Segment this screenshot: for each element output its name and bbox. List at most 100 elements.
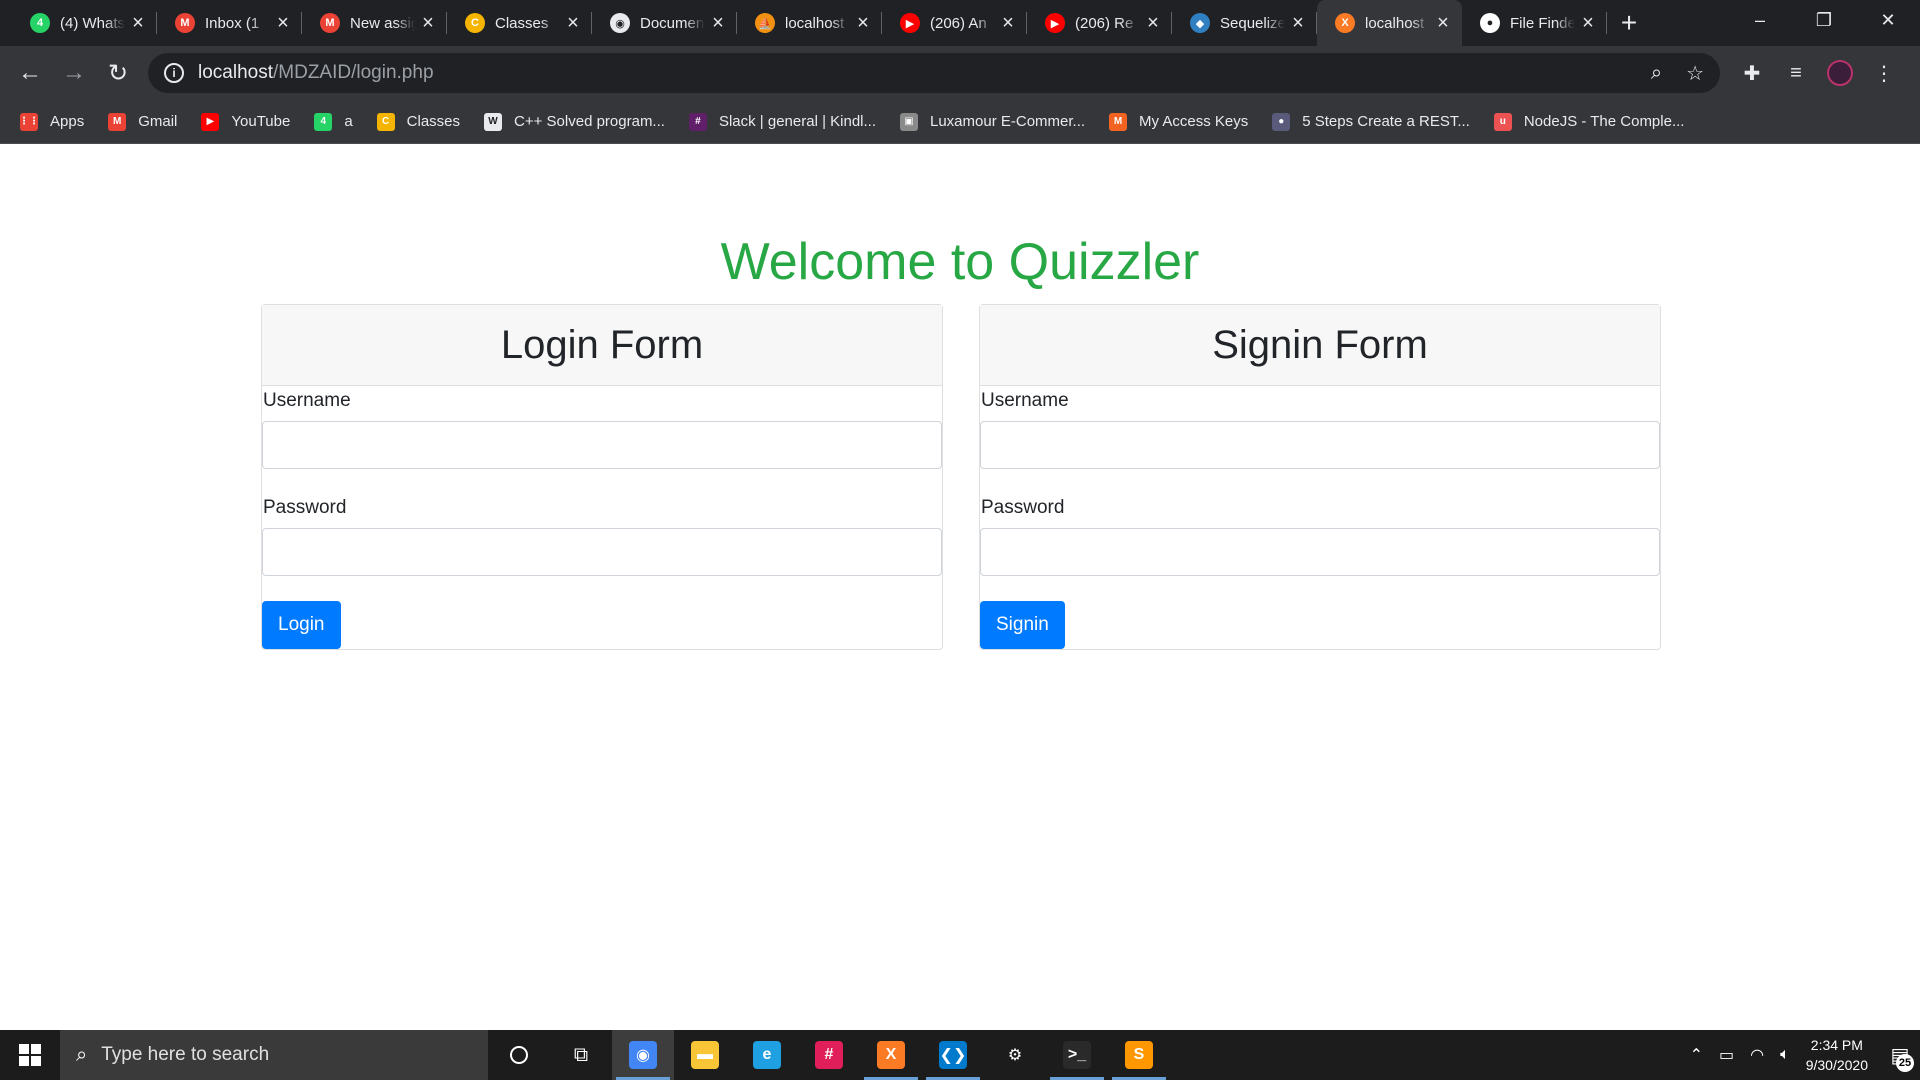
- wifi-icon[interactable]: ◠: [1750, 1045, 1764, 1065]
- tab-close-icon[interactable]: ×: [274, 13, 292, 33]
- taskbar-app-button[interactable]: e: [736, 1030, 798, 1080]
- signin-password-input[interactable]: [980, 528, 1660, 576]
- media-control-icon[interactable]: ≡: [1774, 53, 1818, 93]
- clock-date: 9/30/2020: [1805, 1057, 1868, 1073]
- sequelize-icon: ◆: [1190, 13, 1210, 33]
- tab-close-icon[interactable]: ×: [854, 13, 872, 33]
- profile-avatar[interactable]: [1827, 60, 1853, 86]
- tab-close-icon[interactable]: ×: [564, 13, 582, 33]
- taskbar-app-button[interactable]: ⚙: [984, 1030, 1046, 1080]
- address-bar[interactable]: i localhost /MDZAID/login.php ⌕ ☆: [148, 53, 1720, 93]
- signin-button[interactable]: Signin: [980, 601, 1065, 649]
- login-username-input[interactable]: [262, 421, 942, 469]
- browser-tab[interactable]: M Inbox (1 ×: [157, 0, 302, 46]
- bookmark-item[interactable]: M My Access Keys: [1109, 112, 1248, 131]
- tab-close-icon[interactable]: ×: [1289, 13, 1307, 33]
- taskbar-app-button[interactable]: S: [1108, 1030, 1170, 1080]
- bookmark-star-icon[interactable]: ☆: [1686, 61, 1704, 86]
- forward-button[interactable]: →: [52, 53, 96, 93]
- battery-icon[interactable]: ▭: [1719, 1045, 1734, 1065]
- gmail-icon: M: [175, 13, 195, 33]
- volume-icon[interactable]: 🔈︎: [1780, 1046, 1790, 1064]
- clock-time: 2:34 PM: [1810, 1037, 1863, 1053]
- cortana-circle-icon: [510, 1046, 528, 1064]
- tab-close-icon[interactable]: ×: [1434, 13, 1452, 33]
- minimize-button[interactable]: –: [1728, 0, 1792, 40]
- show-hidden-icons-icon[interactable]: ⌃: [1690, 1045, 1703, 1065]
- taskbar-app-button[interactable]: ◉: [612, 1030, 674, 1080]
- browser-tab[interactable]: ◉ Documentation×: [592, 0, 737, 46]
- youtube-icon: ▶: [900, 13, 920, 33]
- login-password-input[interactable]: [262, 528, 942, 576]
- bookmark-item[interactable]: M Gmail: [108, 112, 177, 131]
- tab-title: Sequelize: [1220, 14, 1285, 32]
- browser-menu-icon[interactable]: ⋮: [1862, 53, 1906, 93]
- back-arrow-icon: ←: [18, 59, 42, 86]
- tab-close-icon[interactable]: ×: [1144, 13, 1162, 33]
- bookmark-item[interactable]: # Slack | general | Kindl...: [688, 112, 876, 131]
- tab-close-icon[interactable]: ×: [999, 13, 1017, 33]
- slack-icon: #: [688, 112, 707, 131]
- taskbar-app-button[interactable]: X: [860, 1030, 922, 1080]
- login-username-label: Username: [263, 390, 351, 411]
- bookmark-item[interactable]: W C++ Solved program...: [484, 112, 665, 131]
- signin-form-card: Signin Form Username Password Signin: [979, 304, 1661, 650]
- tab-close-icon[interactable]: ×: [709, 13, 727, 33]
- taskbar-search-box[interactable]: ⌕ Type here to search: [60, 1030, 488, 1080]
- browser-tab[interactable]: ▶ (206) An ×: [882, 0, 1027, 46]
- browser-tab[interactable]: ▶ (206) Re ×: [1027, 0, 1172, 46]
- task-view-icon: ⧉: [573, 1043, 589, 1066]
- back-button[interactable]: ←: [8, 53, 52, 93]
- browser-tab[interactable]: ● File Finder ×: [1462, 0, 1607, 46]
- close-window-button[interactable]: ✕: [1856, 0, 1920, 40]
- bookmark-item[interactable]: 4a: [314, 112, 353, 131]
- clock[interactable]: 2:34 PM 9/30/2020: [1806, 1035, 1868, 1075]
- browser-tab-strip: 4(4) WhatsApp×MInbox (1×MNew assignment×…: [0, 0, 1920, 46]
- taskbar-apps: ◉ ▬ e # X ❮❯ ⚙ >_ S: [612, 1030, 1170, 1080]
- tab-close-icon[interactable]: ×: [1579, 13, 1597, 33]
- phpmyadmin-icon: ⛵: [755, 13, 775, 33]
- taskbar-app-button[interactable]: >_: [1046, 1030, 1108, 1080]
- tab-list: 4(4) WhatsApp×MInbox (1×MNew assignment×…: [0, 0, 1607, 46]
- site-info-icon[interactable]: i: [164, 63, 184, 83]
- new-tab-button[interactable]: +: [1611, 0, 1647, 46]
- bookmark-label: Slack | general | Kindl...: [718, 113, 876, 130]
- bookmark-item[interactable]: ▣ Luxamour E-Commer...: [900, 112, 1085, 131]
- cortana-button[interactable]: [488, 1030, 550, 1080]
- zoom-icon[interactable]: ⌕: [1651, 62, 1662, 85]
- google-classroom-icon: C: [376, 112, 395, 131]
- reload-button[interactable]: ↻: [96, 53, 140, 93]
- restore-button[interactable]: ❐: [1792, 0, 1856, 40]
- youtube-icon: ▶: [201, 112, 220, 131]
- browser-tab[interactable]: M New assignment×: [302, 0, 447, 46]
- notification-count-badge: 25: [1896, 1054, 1914, 1072]
- bookmark-item[interactable]: ▶ YouTube: [201, 112, 290, 131]
- window-controls: – ❐ ✕: [1728, 0, 1920, 40]
- url-path: /MDZAID/login.php: [273, 62, 434, 83]
- task-view-button[interactable]: ⧉: [550, 1030, 612, 1080]
- tab-close-icon[interactable]: ×: [129, 13, 147, 33]
- page-content: Welcome to Quizzler Login Form Username …: [0, 144, 1920, 1030]
- signin-username-input[interactable]: [980, 421, 1660, 469]
- bookmark-item[interactable]: ⋮⋮ Apps: [19, 112, 84, 131]
- browser-tab[interactable]: 4 (4) WhatsApp×: [12, 0, 157, 46]
- bookmark-item[interactable]: u NodeJS - The Comple...: [1493, 112, 1684, 131]
- taskbar-app-button[interactable]: ❮❯: [922, 1030, 984, 1080]
- login-password-label: Password: [263, 497, 347, 518]
- browser-tab[interactable]: Xlocalhost ×: [1317, 0, 1462, 46]
- bookmark-item[interactable]: C Classes: [376, 112, 460, 131]
- browser-tab[interactable]: ⛵ localhost ×: [737, 0, 882, 46]
- extensions-icon[interactable]: ✚: [1730, 53, 1774, 93]
- tab-close-icon[interactable]: ×: [419, 13, 437, 33]
- system-tray: ⌃ ▭ ◠ 🔈︎ 2:34 PM 9/30/2020 ▤ 25: [1682, 1030, 1920, 1080]
- login-button[interactable]: Login: [262, 601, 341, 649]
- bookmark-item[interactable]: ● 5 Steps Create a REST...: [1272, 112, 1470, 131]
- start-button[interactable]: [0, 1030, 60, 1080]
- browser-tab[interactable]: C Classes ×: [447, 0, 592, 46]
- taskbar-app-button[interactable]: #: [798, 1030, 860, 1080]
- action-center-button[interactable]: ▤ 25: [1880, 1030, 1920, 1080]
- browser-tab[interactable]: ◆ Sequelize ×: [1172, 0, 1317, 46]
- bookmark-label: 5 Steps Create a REST...: [1302, 113, 1470, 130]
- taskbar-app-button[interactable]: ▬: [674, 1030, 736, 1080]
- tab-title: File Finder: [1510, 14, 1575, 32]
